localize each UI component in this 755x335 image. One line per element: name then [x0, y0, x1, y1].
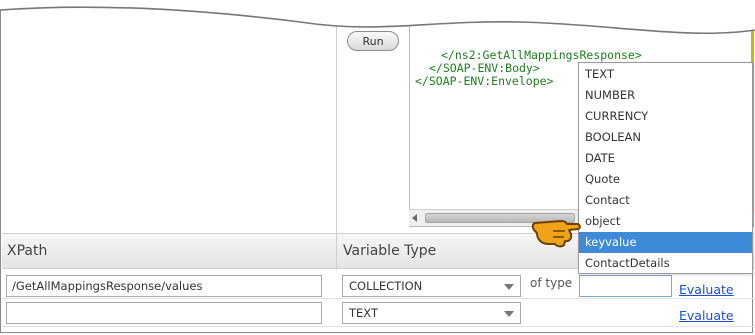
- dropdown-option[interactable]: Contact: [579, 190, 752, 211]
- type-dropdown-list[interactable]: TEXT NUMBER CURRENCY BOOLEAN DATE Quote …: [578, 62, 753, 274]
- xml-line: </SOAP-ENV:Body>: [429, 61, 540, 75]
- dropdown-option[interactable]: TEXT: [579, 64, 752, 85]
- variable-type-select[interactable]: COLLECTION: [342, 275, 521, 297]
- evaluate-link[interactable]: Evaluate: [679, 282, 734, 297]
- subtype-select[interactable]: [579, 275, 672, 297]
- dropdown-option[interactable]: Quote: [579, 169, 752, 190]
- row-divider: [2, 326, 754, 327]
- torn-edge-decoration: [0, 0, 755, 35]
- dropdown-option-selected[interactable]: keyvalue: [579, 232, 752, 253]
- window-frame: Run </ns2:GetAllMappingsResponse> </SOAP…: [0, 0, 754, 333]
- xpath-input[interactable]: [6, 275, 322, 297]
- dropdown-option[interactable]: NUMBER: [579, 85, 752, 106]
- column-header-xpath: XPath: [7, 243, 48, 259]
- dropdown-option[interactable]: DATE: [579, 148, 752, 169]
- chevron-down-icon: [504, 311, 514, 317]
- dropdown-option[interactable]: object: [579, 211, 752, 232]
- xml-line: </SOAP-ENV:Envelope>: [415, 74, 554, 88]
- chevron-down-icon: [504, 284, 514, 290]
- table-row: TEXT Evaluate: [2, 299, 754, 327]
- scroll-left-arrow-icon[interactable]: [412, 214, 417, 222]
- pointing-hand-icon: [531, 220, 581, 248]
- variable-type-value: TEXT: [349, 306, 378, 320]
- header-separator: [336, 234, 337, 270]
- table-row: COLLECTION of type Evaluate: [2, 271, 754, 299]
- evaluate-link[interactable]: Evaluate: [679, 308, 734, 323]
- xpath-input[interactable]: [6, 302, 322, 324]
- variable-type-value: COLLECTION: [349, 279, 423, 293]
- dropdown-option[interactable]: BOOLEAN: [579, 127, 752, 148]
- dropdown-option[interactable]: ContactDetails: [579, 253, 752, 274]
- variable-type-select[interactable]: TEXT: [342, 302, 521, 324]
- column-header-variable-type: Variable Type: [343, 243, 437, 259]
- of-type-label: of type: [530, 276, 573, 290]
- dropdown-option[interactable]: CURRENCY: [579, 106, 752, 127]
- xml-line: </ns2:GetAllMappingsResponse>: [441, 48, 642, 62]
